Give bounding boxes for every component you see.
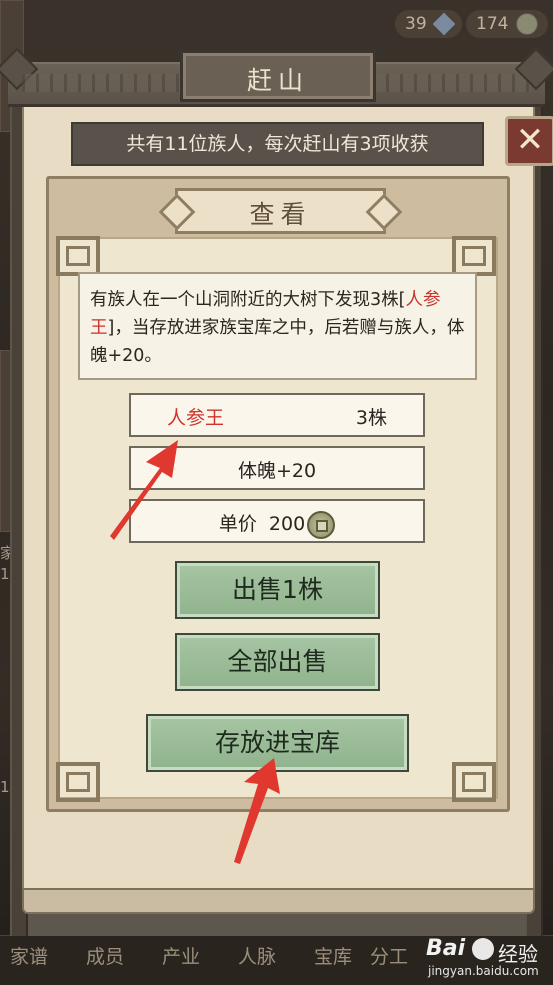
item-count: 3株 (355, 407, 387, 429)
view-header: 查看 (175, 188, 386, 234)
gem-icon (432, 12, 456, 36)
top-resource-bar: 39 174 (0, 0, 553, 46)
dialog-title: 赶山 (246, 66, 309, 95)
summary-bar: 共有11位族人，每次赶山有3项收获 (71, 122, 484, 166)
coin-count: 174 (476, 14, 509, 34)
sell-one-label: 出售1株 (232, 575, 323, 604)
paw-icon (472, 938, 494, 960)
corner-ornament (452, 236, 496, 276)
sell-all-button[interactable]: 全部出售 (175, 633, 380, 691)
item-row: 人参王 3株 (129, 393, 425, 437)
title-plaque: 赶山 (180, 50, 376, 102)
coin-icon (515, 13, 538, 35)
corner-ornament (56, 762, 100, 802)
store-treasury-label: 存放进宝库 (214, 728, 340, 757)
baidu-logo-text: Bai (426, 936, 466, 961)
nav-item-family-tree[interactable]: 家谱 (10, 942, 48, 969)
description-text: 有族人在一个山洞附近的大树下发现3株[人参王]，当存放进家族宝库之中，后若赠与族… (90, 286, 465, 370)
description-box: 有族人在一个山洞附近的大树下发现3株[人参王]，当存放进家族宝库之中，后若赠与族… (78, 272, 477, 380)
coin-icon (307, 510, 336, 539)
nav-item-treasury[interactable]: 宝库 (314, 942, 352, 969)
background-label: 1 (0, 778, 10, 796)
nav-item-connections[interactable]: 人脉 (238, 942, 276, 969)
scroll-rod (22, 888, 535, 914)
description-part2: ]，当存放进家族宝库之中，后若赠与族人，体魄+20。 (90, 318, 465, 366)
sell-all-label: 全部出售 (227, 647, 328, 676)
gem-count: 39 (405, 14, 427, 34)
close-button[interactable]: ✕ (505, 116, 553, 166)
annotation-arrow-icon (234, 758, 280, 864)
price-label: 单价 (218, 513, 257, 535)
close-icon: ✕ (515, 120, 545, 160)
watermark: Bai 经验 jingyan.baidu.com (420, 936, 550, 982)
watermark-url: jingyan.baidu.com (428, 964, 539, 978)
description-part1: 有族人在一个山洞附近的大树下发现3株[ (90, 290, 406, 310)
view-title: 查看 (249, 200, 312, 229)
nav-item-division[interactable]: 分工 (370, 942, 408, 969)
annotation-arrow-icon (110, 440, 178, 540)
gem-counter: 39 (395, 10, 463, 38)
item-name: 人参王 (167, 407, 225, 429)
nav-item-members[interactable]: 成员 (86, 942, 124, 969)
corner-ornament (452, 762, 496, 802)
coin-counter: 174 (466, 10, 548, 38)
watermark-site: 经验 (498, 942, 538, 966)
corner-ornament (56, 236, 100, 276)
nav-item-industry[interactable]: 产业 (162, 942, 200, 969)
sell-one-button[interactable]: 出售1株 (175, 561, 380, 619)
price-value: 200 (268, 513, 306, 535)
